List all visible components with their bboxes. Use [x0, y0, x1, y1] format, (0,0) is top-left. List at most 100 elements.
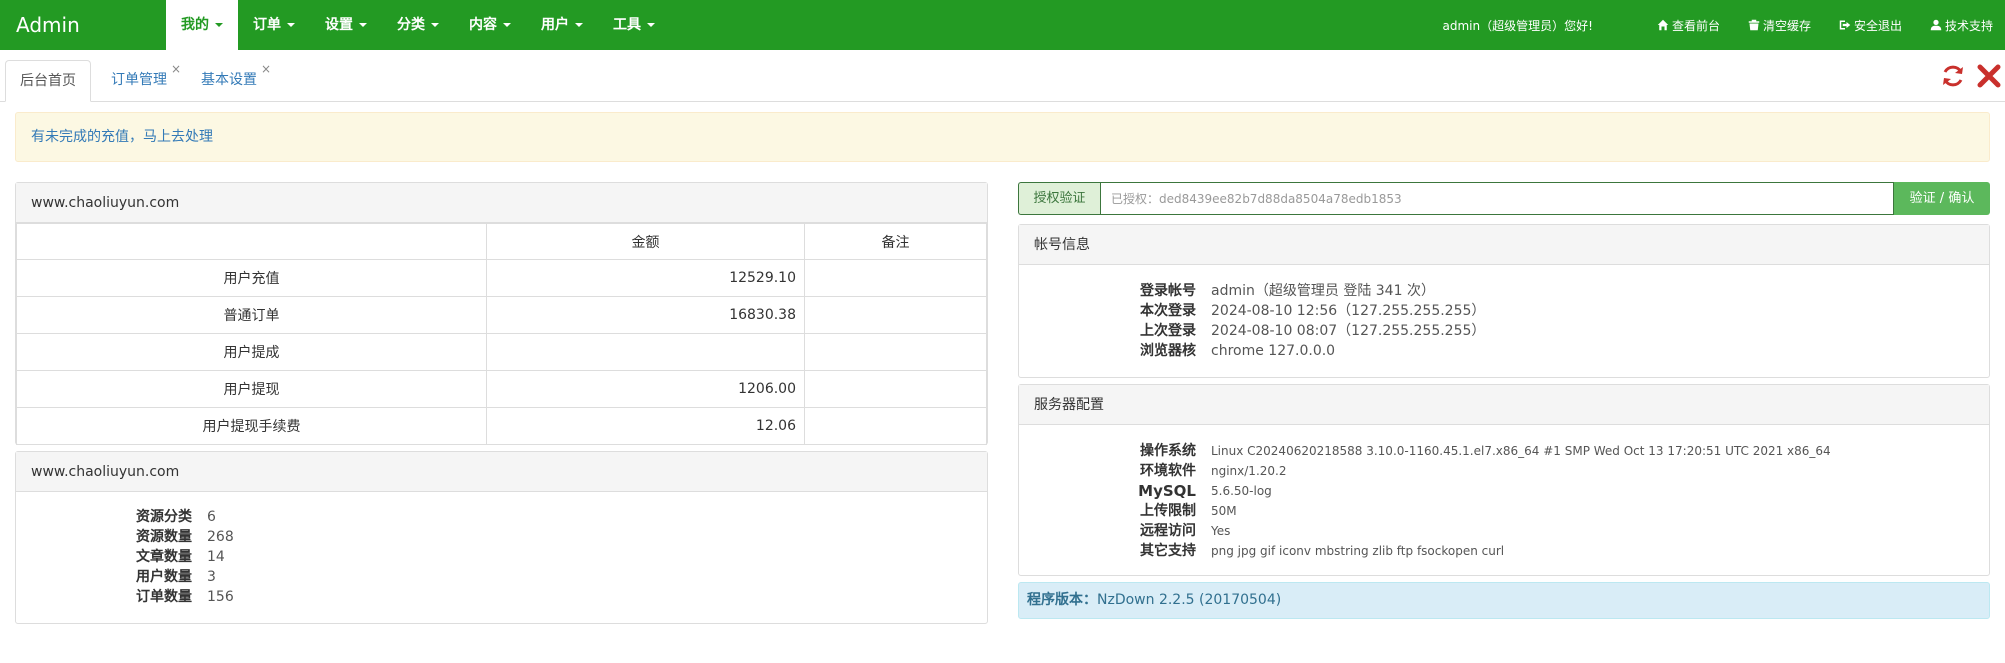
account-panel: 帐号信息 登录帐号 admin（超级管理员 登陆 341 次） 本次登录 2024-… [1018, 224, 1990, 378]
row-label: 用户提成 [16, 333, 487, 371]
account-key: 浏览器核 [1140, 343, 1196, 359]
tab-basic-settings[interactable]: 基本设置 [186, 60, 272, 102]
logout-link[interactable]: 安全退出 [1839, 17, 1902, 34]
menu-users[interactable]: 用户 [526, 0, 598, 50]
row-amount: 16830.38 [486, 296, 805, 334]
menu-orders[interactable]: 订单 [238, 0, 310, 50]
account-info-list: 登录帐号 admin（超级管理员 登陆 341 次） 本次登录 2024-08-10… [1019, 265, 1989, 361]
table-row: 普通订单 16830.38 [16, 296, 987, 334]
license-addon-label: 授权验证 [1018, 182, 1100, 215]
clear-cache-link[interactable]: 清空缓存 [1748, 17, 1811, 34]
server-key: 操作系统 [1140, 443, 1196, 459]
row-note [804, 259, 987, 297]
stat-key: 文章数量 [136, 549, 192, 565]
account-panel-heading: 帐号信息 [1019, 225, 1989, 265]
menu-content[interactable]: 内容 [454, 0, 526, 50]
server-item: 环境软件 nginx/1.20.2 [1019, 461, 1989, 481]
close-all-icon[interactable] [1976, 63, 2002, 89]
account-value: 2024-08-10 08:07（127.255.255.255） [1211, 323, 1486, 339]
license-key-input[interactable] [1100, 182, 1894, 215]
brand-title[interactable]: Admin [16, 0, 80, 50]
table-row: 用户提现手续费 12.06 [16, 407, 987, 445]
tab-bar: 后台首页 订单管理 × 基本设置 × [0, 50, 2005, 102]
table-row: 用户提现 1206.00 [16, 370, 987, 408]
stats-list: 资源分类 6 资源数量 268 文章数量 14 用户数量 3 订单数量 156 [16, 492, 987, 607]
caret-down-icon [575, 23, 583, 27]
menu-mine[interactable]: 我的 [166, 0, 238, 50]
table-header-row: 金额 备注 [16, 223, 987, 260]
account-key: 本次登录 [1140, 303, 1196, 319]
table-row: 用户提成 [16, 333, 987, 371]
server-panel: 服务器配置 操作系统 Linux C20240620218588 3.10.0-1… [1018, 384, 1990, 576]
menu-tools[interactable]: 工具 [598, 0, 670, 50]
home-icon [1657, 19, 1669, 31]
caret-down-icon [215, 23, 223, 27]
program-version-bar: 程序版本：NzDown 2.2.5 (20170504) [1018, 582, 1990, 619]
link-label: 清空缓存 [1762, 18, 1811, 33]
stat-item: 资源数量 268 [16, 527, 987, 547]
stat-value: 14 [207, 549, 225, 565]
server-item: 上传限制 50M [1019, 501, 1989, 521]
version-label: 程序版本： [1027, 592, 1097, 608]
server-value: Yes [1211, 524, 1231, 538]
user-icon [1930, 19, 1942, 31]
stat-item: 资源分类 6 [16, 507, 987, 527]
table-row: 用户充值 12529.10 [16, 259, 987, 297]
server-item: 操作系统 Linux C20240620218588 3.10.0-1160.45… [1019, 441, 1989, 461]
main-menu: 我的 订单 设置 分类 内容 用户 工具 [166, 0, 670, 50]
stat-item: 订单数量 156 [16, 587, 987, 607]
caret-down-icon [431, 23, 439, 27]
row-amount: 12.06 [486, 407, 805, 445]
stats-panel-heading: www.chaoliuyun.com [16, 452, 987, 492]
menu-categories[interactable]: 分类 [382, 0, 454, 50]
nav-right: admin（超级管理员）您好! 查看前台 清空缓存 安全退出 技术支持 [1443, 0, 1993, 50]
caret-down-icon [647, 23, 655, 27]
stat-key: 订单数量 [136, 589, 192, 605]
menu-label: 设置 [325, 17, 353, 33]
account-value: chrome 127.0.0.0 [1211, 343, 1336, 359]
row-amount [486, 333, 805, 371]
stat-value: 268 [207, 529, 234, 545]
row-label: 用户充值 [16, 259, 487, 297]
menu-label: 我的 [181, 17, 209, 33]
row-note [804, 296, 987, 334]
stats-panel: www.chaoliuyun.com 资源分类 6 资源数量 268 文章数量 14 … [15, 451, 988, 624]
tab-orders-close-icon[interactable]: × [171, 62, 181, 76]
column-header: 金额 [486, 223, 805, 260]
tab-settings-close-icon[interactable]: × [261, 62, 271, 76]
server-panel-heading: 服务器配置 [1019, 385, 1989, 425]
menu-label: 用户 [541, 17, 569, 33]
menu-settings[interactable]: 设置 [310, 0, 382, 50]
account-value: 2024-08-10 12:56（127.255.255.255） [1211, 303, 1486, 319]
tab-orders[interactable]: 订单管理 [96, 60, 182, 102]
menu-label: 工具 [613, 17, 641, 33]
stat-item: 文章数量 14 [16, 547, 987, 567]
server-key: 上传限制 [1140, 503, 1196, 519]
finance-panel-heading: www.chaoliuyun.com [16, 183, 987, 223]
view-frontend-link[interactable]: 查看前台 [1657, 17, 1720, 34]
stat-value: 6 [207, 509, 216, 525]
server-key: 环境软件 [1140, 463, 1196, 479]
pending-recharge-alert[interactable]: 有未完成的充值，马上去处理 [15, 112, 1990, 162]
caret-down-icon [503, 23, 511, 27]
account-item: 本次登录 2024-08-10 12:56（127.255.255.255） [1019, 301, 1989, 321]
finance-panel: www.chaoliuyun.com 金额 备注 用户充值 12529.10 普… [15, 182, 988, 445]
stat-key: 资源数量 [136, 529, 192, 545]
user-greeting: admin（超级管理员）您好! [1442, 18, 1593, 33]
account-item: 浏览器核 chrome 127.0.0.0 [1019, 341, 1989, 361]
account-key: 上次登录 [1140, 323, 1196, 339]
verify-button[interactable]: 验证 / 确认 [1894, 182, 1990, 215]
server-item: 远程访问 Yes [1019, 521, 1989, 541]
row-label: 用户提现手续费 [16, 407, 487, 445]
tech-support-link[interactable]: 技术支持 [1930, 17, 1993, 34]
server-key: 其它支持 [1140, 543, 1196, 559]
stat-key: 资源分类 [136, 509, 192, 525]
refresh-icon[interactable] [1940, 63, 1966, 89]
stat-item: 用户数量 3 [16, 567, 987, 587]
row-note [804, 407, 987, 445]
server-value: nginx/1.20.2 [1211, 464, 1287, 478]
account-item: 登录帐号 admin（超级管理员 登陆 341 次） [1019, 281, 1989, 301]
account-value: admin（超级管理员 登陆 341 次） [1211, 283, 1435, 299]
link-label: 技术支持 [1944, 18, 1993, 33]
tab-home[interactable]: 后台首页 [5, 60, 91, 102]
